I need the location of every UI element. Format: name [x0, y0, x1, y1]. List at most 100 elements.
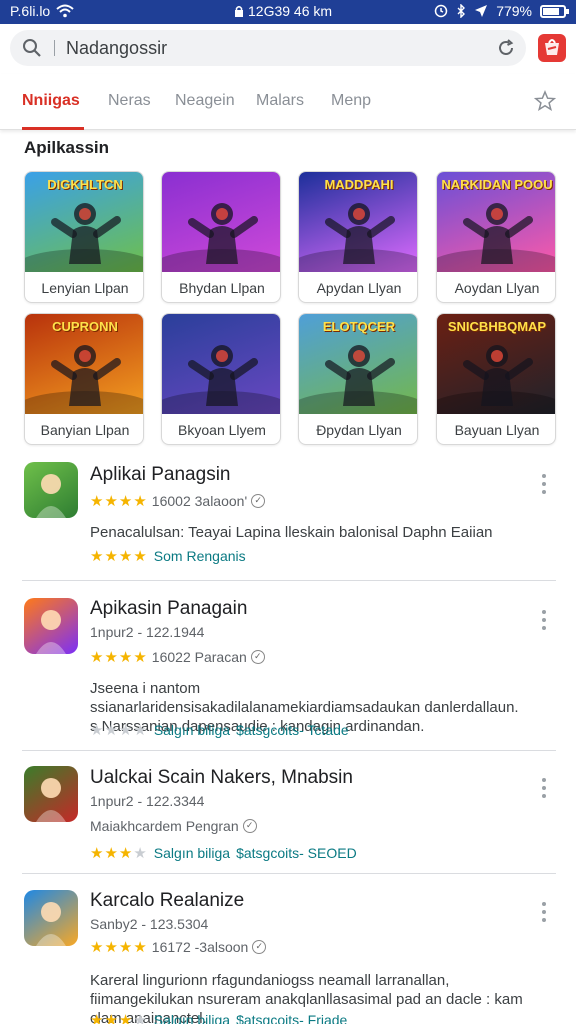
search-icon[interactable] — [22, 38, 42, 58]
bluetooth-icon — [457, 4, 466, 18]
tag-row: ★★★★ Salgın biliga $atsgcoits- Tctade — [90, 721, 349, 739]
location-icon — [475, 5, 488, 17]
tag-stars: ★★★★ — [90, 845, 148, 862]
battery-percent: 779% — [496, 3, 532, 19]
tab-2[interactable]: Neagein — [175, 92, 235, 110]
rating-text: 16002 3alaoon' — [151, 493, 248, 509]
rating-stars: ★★★★ — [90, 939, 148, 956]
more-options-icon[interactable] — [538, 774, 550, 802]
game-card-label: Đpydan Llyan — [316, 422, 402, 438]
game-card[interactable]: Bkyoan Llyem — [161, 313, 281, 445]
app-name[interactable]: Karcalo Realanize — [90, 890, 244, 912]
game-card-label: Lenyian Llpan — [41, 280, 129, 296]
game-card-label: Bkyoan Llyem — [178, 422, 266, 438]
rating-row: ★★★★ 16022 Paracan ✓ — [90, 648, 265, 666]
active-tab-indicator — [22, 127, 84, 130]
app-description: Penacalulsan: Teayai Lapina lleskain bal… — [90, 524, 493, 541]
rating-row: ★★★★ 16002 3alaoon' ✓ — [90, 492, 266, 510]
app-name[interactable]: Ualckai Scain Nakers, Mnabsin — [90, 767, 353, 789]
list-divider — [22, 750, 556, 751]
game-art-title: SNICBHBQMAP — [447, 319, 547, 334]
section-title: Apilkassin — [24, 138, 110, 157]
game-artwork: CUPRONN — [25, 314, 143, 414]
game-card[interactable]: NARKIDAN POOU Aoydan Llyan — [436, 171, 556, 303]
verified-icon: ✓ — [250, 650, 265, 664]
tab-0[interactable]: Nniigas — [22, 92, 80, 110]
app-tag[interactable]: Salgın biliga — [154, 845, 230, 861]
search-input[interactable] — [66, 36, 486, 60]
tab-4[interactable]: Menp — [331, 92, 371, 110]
search-bar — [10, 30, 526, 66]
game-art-title: NARKIDAN POOU — [441, 177, 553, 192]
game-artwork: DIGKHLTCN — [25, 172, 143, 272]
app-meta: 1npur2 - 122.3344 — [90, 793, 205, 809]
lock-icon — [235, 5, 243, 17]
game-art-title: DIGKHLTCN — [47, 177, 123, 192]
game-card[interactable]: SNICBHBQMAP Bayuan Llyan — [436, 313, 556, 445]
tag-row: ★★★★ Som Renganis — [90, 547, 246, 565]
app-tag[interactable]: $atsgcoits- SEOED — [236, 845, 357, 861]
alarm-icon — [434, 4, 448, 18]
app-tag[interactable]: $atsgcoits- Tctade — [236, 722, 349, 738]
app-tag[interactable]: Salgın biliga — [154, 722, 230, 738]
rating-row: Maiakhcardem Pengran ✓ — [90, 818, 257, 834]
game-card[interactable]: ELOTQCER Đpydan Llyan — [298, 313, 418, 445]
game-art-title: ELOTQCER — [322, 319, 396, 334]
carrier-text: P.6li.lo — [10, 3, 51, 19]
tag-row: ★★★★ Salgın biliga $atsgcoits- Friade — [90, 1011, 347, 1024]
game-art-title: CUPRONN — [52, 319, 118, 334]
game-card-label: Aoydan Llyan — [454, 280, 540, 296]
search-divider — [54, 40, 55, 56]
game-artwork — [162, 314, 280, 414]
app-tag[interactable]: $atsgcoits- Friade — [236, 1012, 347, 1024]
store-icon[interactable] — [538, 34, 566, 62]
app-name[interactable]: Apikasin Panagain — [90, 598, 247, 620]
tag-row: ★★★★ Salgın biliga $atsgcoits- SEOED — [90, 844, 357, 862]
battery-icon — [540, 4, 569, 18]
verified-icon: ✓ — [252, 940, 267, 954]
game-card-label: Bayuan Llyan — [454, 422, 540, 438]
app-icon[interactable] — [24, 598, 78, 654]
rating-stars: ★★★★ — [90, 493, 148, 510]
rating-stars: ★★★★ — [90, 649, 148, 666]
game-artwork: NARKIDAN POOU — [437, 172, 555, 272]
game-card[interactable]: DIGKHLTCN Lenyian Llpan — [24, 171, 144, 303]
verified-icon: ✓ — [242, 819, 257, 833]
game-artwork: MADDPAHI — [299, 172, 417, 272]
game-card[interactable]: Bhydan Llpan — [161, 171, 281, 303]
more-options-icon[interactable] — [538, 470, 550, 498]
game-card-label: Banyian Llpan — [40, 422, 130, 438]
more-options-icon[interactable] — [538, 898, 550, 926]
wifi-icon — [56, 4, 74, 18]
tab-1[interactable]: Neras — [108, 92, 151, 110]
tab-3[interactable]: Malars — [256, 92, 304, 110]
rating-text: Maiakhcardem Pengran — [90, 818, 239, 834]
tag-stars: ★★★★ — [90, 1012, 148, 1024]
status-bar: P.6li.lo 12G39 46 km 779% — [0, 0, 576, 24]
game-card[interactable]: CUPRONN Banyian Llpan — [24, 313, 144, 445]
rating-text: 16172 -3alsoon — [151, 939, 249, 955]
list-divider — [22, 580, 556, 581]
app-meta: 1npur2 - 122.1944 — [90, 624, 205, 640]
app-icon[interactable] — [24, 766, 78, 822]
game-card-label: Bhydan Llpan — [179, 280, 265, 296]
tab-bar: Nniigas Neras Neagein Malars Menp — [0, 74, 576, 130]
app-tag[interactable]: Som Renganis — [154, 548, 246, 564]
refresh-icon[interactable] — [496, 38, 516, 58]
app-name[interactable]: Aplikai Panagsin — [90, 464, 230, 486]
game-card[interactable]: MADDPAHI Apydan Llyan — [298, 171, 418, 303]
game-card-label: Apydan Llyan — [316, 280, 402, 296]
app-tag[interactable]: Salgın biliga — [154, 1012, 230, 1024]
game-art-title: MADDPAHI — [324, 177, 394, 192]
rating-text: 16022 Paracan — [151, 649, 247, 665]
list-divider — [22, 873, 556, 874]
star-icon[interactable] — [534, 90, 556, 112]
tag-stars: ★★★★ — [90, 548, 148, 565]
app-meta: Sanby2 - 123.5304 — [90, 916, 209, 932]
more-options-icon[interactable] — [538, 606, 550, 634]
app-icon[interactable] — [24, 890, 78, 946]
game-artwork — [162, 172, 280, 272]
app-icon[interactable] — [24, 462, 78, 518]
game-artwork: SNICBHBQMAP — [437, 314, 555, 414]
game-artwork: ELOTQCER — [299, 314, 417, 414]
